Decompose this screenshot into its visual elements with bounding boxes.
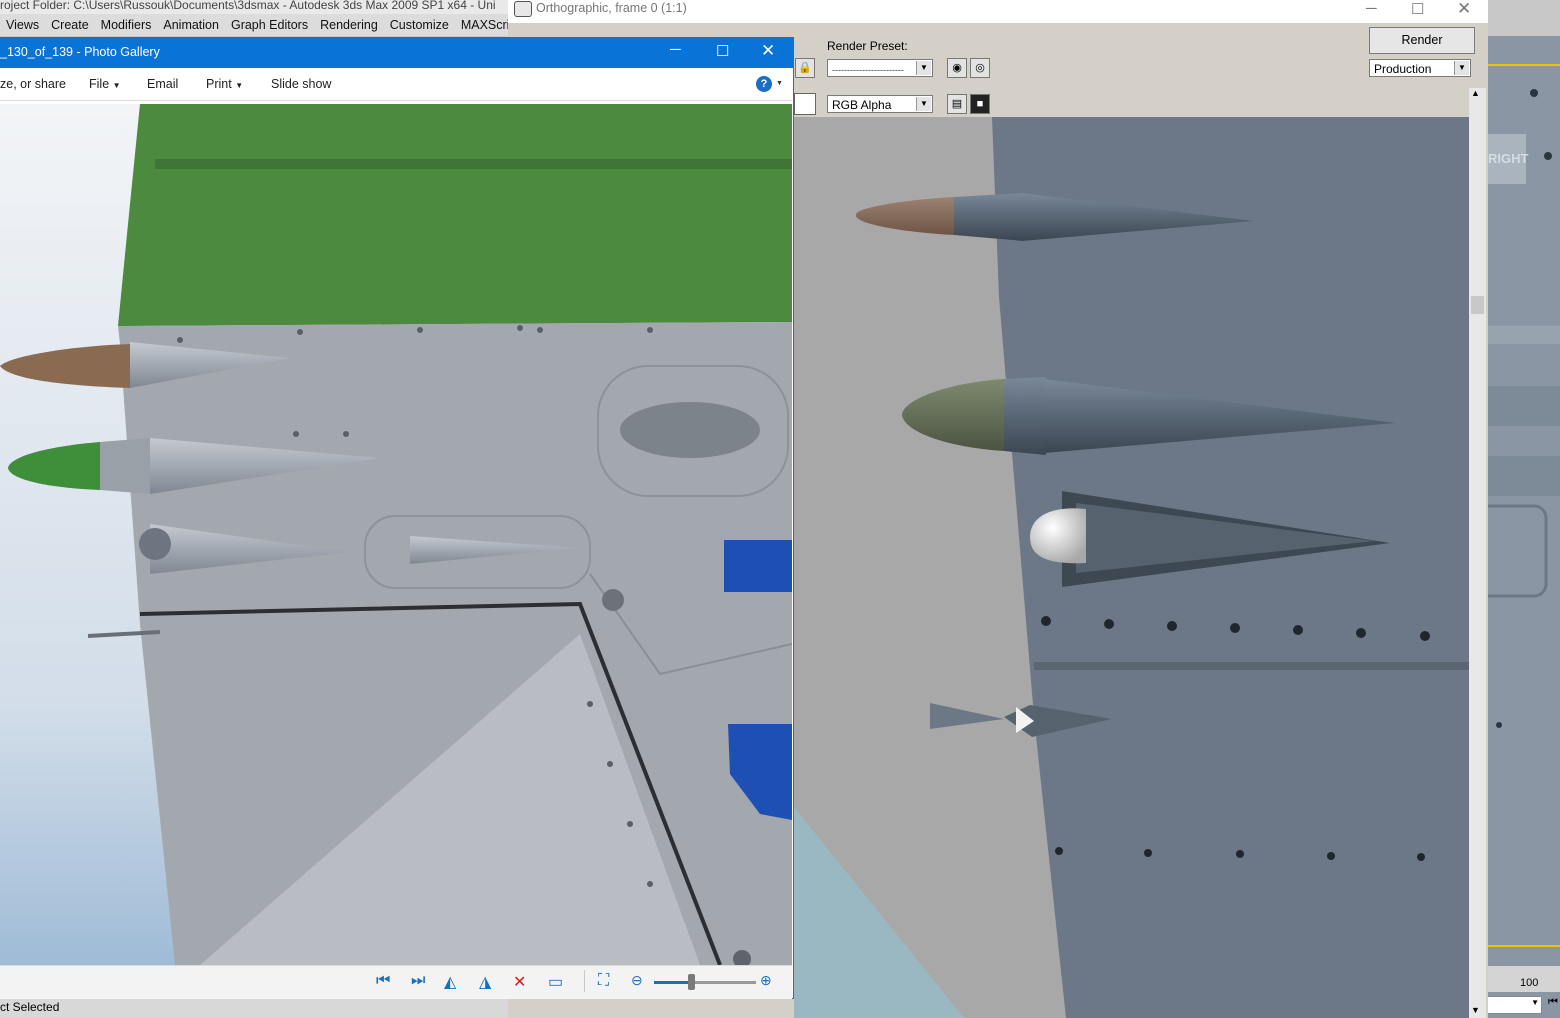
viewport-active-border-top xyxy=(1486,64,1560,66)
menu-animation[interactable]: Animation xyxy=(157,14,225,36)
previous-icon[interactable]: ⏮ xyxy=(376,972,390,990)
rendered-image xyxy=(794,117,1469,1018)
max-title: roject Folder: C:\Users\Russouk\Document… xyxy=(0,0,496,12)
chevron-down-icon: ▼ xyxy=(1454,61,1469,75)
menu-modifiers[interactable]: Modifiers xyxy=(95,14,158,36)
print-menu[interactable]: Print ▼ xyxy=(206,77,243,91)
email-button[interactable]: Email xyxy=(147,77,178,91)
menu-create[interactable]: Create xyxy=(45,14,95,36)
scroll-down-icon[interactable]: ▼ xyxy=(1471,1005,1480,1015)
menu-views[interactable]: Views xyxy=(0,14,45,36)
zoom-slider-fill xyxy=(654,981,691,984)
render-preset-label: Render Preset: xyxy=(827,39,908,53)
rotate-left-icon[interactable]: ◭ xyxy=(444,972,456,992)
scroll-up-icon[interactable]: ▲ xyxy=(1471,88,1480,98)
render-mode-dropdown[interactable]: Production ▼ xyxy=(1369,59,1471,77)
close-icon[interactable]: ✕ xyxy=(761,41,775,61)
menu-customize[interactable]: Customize xyxy=(384,14,455,36)
zoom-slider-track[interactable] xyxy=(654,974,756,990)
scrollbar-thumb[interactable] xyxy=(1471,296,1484,314)
photo-viewer[interactable] xyxy=(0,104,792,965)
channel-value: RGB Alpha xyxy=(832,98,892,112)
aircraft-wing-photo xyxy=(0,104,792,965)
goto-start-icon[interactable]: ⏮ xyxy=(1548,996,1560,1014)
maximize-icon[interactable]: ☐ xyxy=(716,42,729,60)
chevron-down-icon: ▼ xyxy=(112,81,121,90)
zoom-in-icon[interactable]: ⊕ xyxy=(760,972,772,989)
help-icon[interactable]: ? xyxy=(756,76,772,92)
slide-show-button[interactable]: Slide show xyxy=(271,77,331,91)
maximize-icon[interactable]: ☐ xyxy=(1411,0,1424,18)
zoom-slider-thumb[interactable] xyxy=(687,974,695,990)
viewport-active-border-bottom xyxy=(1486,945,1560,947)
max-title-bar: roject Folder: C:\Users\Russouk\Document… xyxy=(0,0,520,14)
chevron-down-icon: ▼ xyxy=(1531,998,1539,1007)
close-icon[interactable]: ✕ xyxy=(1457,0,1471,19)
render-preset-dropdown[interactable]: ------------------------ ▼ xyxy=(827,59,933,77)
delete-icon[interactable]: ✕ xyxy=(513,972,526,992)
slideshow-icon[interactable]: ▭ xyxy=(548,972,563,992)
render-canvas[interactable] xyxy=(794,117,1469,1018)
viewcube-right-label[interactable]: RIGHT xyxy=(1488,134,1528,184)
menu-rendering[interactable]: Rendering xyxy=(314,14,384,36)
zoom-out-icon[interactable]: ⊖ xyxy=(631,972,643,989)
next-icon[interactable]: ⏭ xyxy=(411,972,425,990)
render-window-title: Orthographic, frame 0 (1:1) xyxy=(536,1,687,15)
menu-graph-editors[interactable]: Graph Editors xyxy=(225,14,314,36)
chevron-down-icon[interactable]: ▼ xyxy=(776,80,783,87)
render-setup-icon[interactable]: ◉ xyxy=(947,58,967,78)
lock-icon[interactable]: 🔒 xyxy=(795,58,815,78)
menu-maxscript[interactable]: MAXScri xyxy=(455,14,508,36)
render-button[interactable]: Render xyxy=(1369,27,1475,54)
chevron-down-icon: ▼ xyxy=(235,81,244,90)
3dsmax-app-icon xyxy=(514,1,532,17)
max-status-bar xyxy=(0,997,520,1018)
environment-icon[interactable]: ◎ xyxy=(970,58,990,78)
print-menu-label: Print xyxy=(206,77,232,91)
fit-window-icon[interactable]: ⛶ xyxy=(598,972,609,990)
minimize-icon[interactable]: ─ xyxy=(670,41,681,58)
alpha-channel-icon[interactable]: ■ xyxy=(970,94,990,114)
mono-channel-icon[interactable]: ▤ xyxy=(947,94,967,114)
file-menu-label: File xyxy=(89,77,110,91)
render-vertical-scrollbar[interactable] xyxy=(1469,88,1486,1018)
render-mode-value: Production xyxy=(1374,62,1432,76)
toolbar-divider xyxy=(584,970,585,992)
max-bottom-dropdown[interactable]: ▼ xyxy=(1486,996,1542,1014)
file-menu[interactable]: File ▼ xyxy=(89,77,121,91)
photo-gallery-title: _130_of_139 - Photo Gallery xyxy=(0,45,160,59)
color-swatch[interactable] xyxy=(794,93,816,115)
channel-dropdown[interactable]: RGB Alpha ▼ xyxy=(827,95,933,113)
chevron-down-icon: ▼ xyxy=(916,97,931,111)
timeline-frame-number: 100 xyxy=(1520,977,1539,989)
minimize-icon[interactable]: ─ xyxy=(1366,0,1377,17)
selection-status: ct Selected xyxy=(0,1000,60,1014)
render-preset-value: ------------------------ xyxy=(832,65,904,75)
chevron-down-icon: ▼ xyxy=(916,61,931,75)
organize-menu[interactable]: ze, or share xyxy=(0,77,66,91)
rotate-right-icon[interactable]: ◮ xyxy=(479,972,491,992)
max-menu-bar: Views Create Modifiers Animation Graph Edito… xyxy=(0,14,508,36)
